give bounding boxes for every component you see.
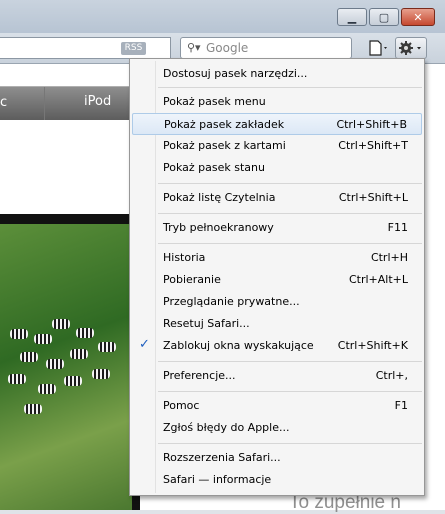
menu-item-label: Tryb pełnoekranowy xyxy=(163,221,274,234)
zebra xyxy=(20,352,38,362)
zebra xyxy=(70,349,88,359)
menu-item-private-browsing[interactable]: Przeglądanie prywatne... xyxy=(132,291,422,313)
settings-dropdown-menu: Dostosuj pasek narzędzi... Pokaż pasek me… xyxy=(129,58,425,496)
menu-item-history[interactable]: Historia Ctrl+H xyxy=(132,247,422,269)
zebra xyxy=(64,376,82,386)
search-placeholder: Google xyxy=(206,41,249,55)
zebra xyxy=(52,319,70,329)
nav-item-partial[interactable]: c xyxy=(0,95,7,110)
zebra xyxy=(38,384,56,394)
menu-item-help[interactable]: Pomoc F1 xyxy=(132,395,422,417)
nav-divider xyxy=(44,87,45,120)
menu-item-shortcut: Ctrl+H xyxy=(370,251,408,264)
maximize-button[interactable]: ▢ xyxy=(369,8,399,26)
menu-item-show-bookmarks-bar[interactable]: Pokaż pasek zakładek Ctrl+Shift+B xyxy=(132,113,422,135)
menu-item-label: Safari — informacje xyxy=(163,473,272,486)
close-button[interactable]: ✕ xyxy=(401,8,435,26)
menu-separator xyxy=(158,243,422,244)
menu-separator xyxy=(158,391,422,392)
minimize-button[interactable]: ▁ xyxy=(337,8,367,26)
site-nav-bar: c iPod xyxy=(0,86,140,120)
menu-item-label: Zgłoś błędy do Apple... xyxy=(163,421,290,434)
menu-item-customize-toolbar[interactable]: Dostosuj pasek narzędzi... xyxy=(132,63,422,85)
menu-item-shortcut: Ctrl+Alt+L xyxy=(348,273,408,286)
menu-item-label: Pomoc xyxy=(163,399,200,412)
menu-item-preferences[interactable]: Preferencje... Ctrl+, xyxy=(132,365,422,387)
menu-item-shortcut: F11 xyxy=(387,221,408,234)
zebra xyxy=(10,329,28,339)
search-icon[interactable]: ⚲▾ xyxy=(187,41,201,54)
menu-item-label: Pobieranie xyxy=(163,273,221,286)
grassland-image xyxy=(0,224,132,510)
menu-item-shortcut: Ctrl+Shift+L xyxy=(338,191,408,204)
menu-separator xyxy=(158,183,422,184)
menu-item-about-safari[interactable]: Safari — informacje xyxy=(132,469,422,491)
menu-item-downloads[interactable]: Pobieranie Ctrl+Alt+L xyxy=(132,269,422,291)
page-menu-button[interactable] xyxy=(366,37,392,59)
menu-item-label: Dostosuj pasek narzędzi... xyxy=(163,67,308,80)
menu-separator xyxy=(158,361,422,362)
menu-item-shortcut: Ctrl+Shift+B xyxy=(336,118,407,131)
menu-item-show-status-bar[interactable]: Pokaż pasek stanu xyxy=(132,157,422,179)
nav-item-ipod[interactable]: iPod xyxy=(84,94,111,109)
zebra xyxy=(76,328,94,338)
zebra xyxy=(24,404,42,414)
menu-item-reset-safari[interactable]: Resetuj Safari... xyxy=(132,313,422,335)
menu-item-block-popups[interactable]: ✓ Zablokuj okna wyskakujące Ctrl+Shift+K xyxy=(132,335,422,357)
menu-item-shortcut: Ctrl+Shift+K xyxy=(337,339,408,352)
settings-menu-button[interactable] xyxy=(395,37,427,59)
menu-item-show-tab-bar[interactable]: Pokaż pasek z kartami Ctrl+Shift+T xyxy=(132,135,422,157)
menu-item-shortcut: Ctrl+, xyxy=(375,369,408,382)
menu-item-label: Resetuj Safari... xyxy=(163,317,250,330)
menu-item-label: Preferencje... xyxy=(163,369,236,382)
rss-button[interactable]: RSS xyxy=(121,42,146,55)
page-icon xyxy=(369,40,387,56)
zebra xyxy=(46,359,64,369)
zebra xyxy=(92,369,110,379)
checkmark-icon: ✓ xyxy=(139,337,150,352)
menu-item-label: Pokaż pasek z kartami xyxy=(163,139,286,152)
search-field[interactable]: ⚲▾ Google xyxy=(180,37,352,59)
menu-item-safari-extensions[interactable]: Rozszerzenia Safari... xyxy=(132,447,422,469)
zebra-photo xyxy=(0,214,140,510)
menu-item-show-menu-bar[interactable]: Pokaż pasek menu xyxy=(132,91,422,113)
menu-separator xyxy=(158,443,422,444)
menu-item-label: Pokaż pasek zakładek xyxy=(164,118,285,131)
menu-item-full-screen[interactable]: Tryb pełnoekranowy F11 xyxy=(132,217,422,239)
title-bar: ▁ ▢ ✕ xyxy=(0,0,445,33)
menu-separator xyxy=(158,87,422,88)
menu-item-report-bugs[interactable]: Zgłoś błędy do Apple... xyxy=(132,417,422,439)
zebra xyxy=(8,374,26,384)
gear-icon xyxy=(399,41,421,55)
menu-item-label: Pokaż listę Czytelnia xyxy=(163,191,276,204)
menu-separator xyxy=(158,213,422,214)
menu-item-label: Przeglądanie prywatne... xyxy=(163,295,300,308)
menu-item-shortcut: Ctrl+Shift+T xyxy=(338,139,408,152)
address-bar[interactable]: RSS xyxy=(0,37,171,59)
zebra xyxy=(98,342,116,352)
menu-item-shortcut: F1 xyxy=(394,399,408,412)
menu-item-label: Rozszerzenia Safari... xyxy=(163,451,281,464)
menu-item-label: Zablokuj okna wyskakujące xyxy=(163,339,314,352)
menu-item-label: Pokaż pasek menu xyxy=(163,95,266,108)
menu-item-show-reading-list[interactable]: Pokaż listę Czytelnia Ctrl+Shift+L xyxy=(132,187,422,209)
menu-item-label: Pokaż pasek stanu xyxy=(163,161,265,174)
menu-item-label: Historia xyxy=(163,251,206,264)
zebra xyxy=(34,334,52,344)
